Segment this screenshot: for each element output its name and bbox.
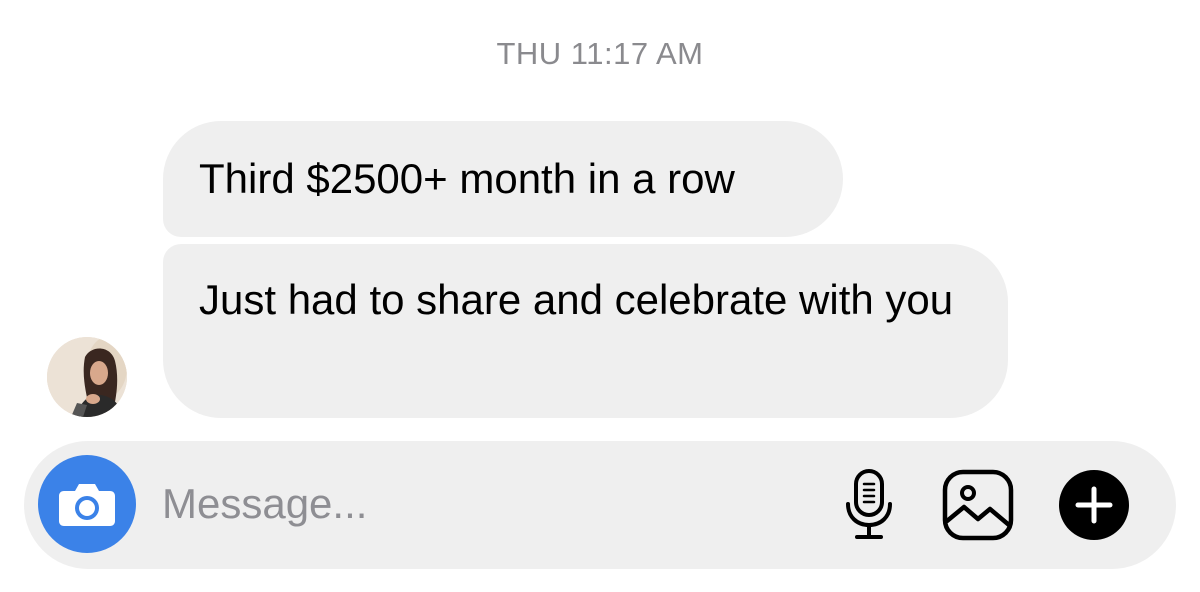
message-composer (24, 441, 1176, 569)
message-timestamp: THU 11:17 AM (496, 36, 704, 71)
chat-screen: THU 11:17 AM Third $2500+ month in a row… (0, 0, 1200, 592)
message-input[interactable] (162, 471, 802, 537)
plus-icon (1059, 470, 1129, 540)
message-bubble[interactable]: Just had to share and celebrate with you (163, 244, 1008, 418)
camera-button[interactable] (38, 455, 136, 553)
message-bubble[interactable]: Third $2500+ month in a row (163, 121, 843, 237)
photo-gallery-button[interactable] (940, 467, 1016, 543)
avatar-photo (47, 337, 127, 417)
avatar[interactable] (47, 337, 127, 417)
camera-icon (59, 484, 115, 526)
message-text: Just had to share and celebrate with you (199, 276, 954, 323)
microphone-icon (846, 469, 892, 539)
more-options-button[interactable] (1058, 469, 1130, 541)
message-text: Third $2500+ month in a row (199, 155, 735, 202)
image-icon (942, 469, 1014, 541)
voice-message-button[interactable] (838, 467, 900, 543)
